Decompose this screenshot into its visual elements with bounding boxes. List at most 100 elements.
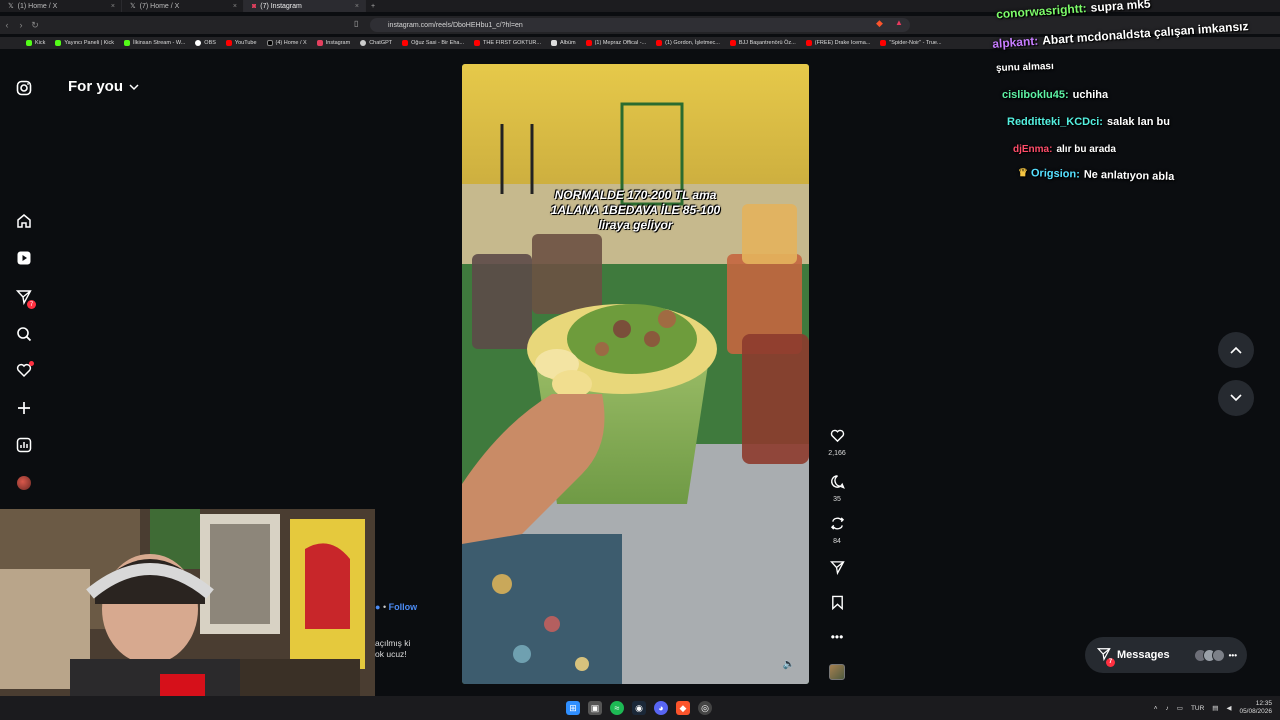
repost-button[interactable]: 84 (822, 516, 852, 545)
bookmark-item[interactable]: BJJ Başantrenörü Öz... (729, 40, 796, 46)
profile-avatar[interactable] (14, 473, 34, 493)
spotify-icon[interactable]: ≈ (610, 701, 624, 715)
bookmark-item[interactable]: Albüm (551, 40, 576, 46)
windows-start-icon[interactable]: ⊞ (566, 701, 580, 715)
follow-button[interactable]: Follow (389, 602, 418, 612)
bookmark-item[interactable]: ChatGPT (360, 40, 392, 46)
previous-reel-button[interactable] (1218, 332, 1254, 368)
reel-video-frame (462, 64, 809, 684)
bookmark-item[interactable]: (1) Gordon, İşletmec... (656, 40, 720, 46)
notification-badge: 7 (27, 300, 36, 309)
network-icon[interactable]: ▭ (1177, 704, 1183, 712)
recent-contacts: ••• (1193, 648, 1237, 662)
crown-badge-icon: ♛ (1017, 166, 1029, 180)
bookmark-item[interactable]: (1) Mepraz Offical -... (585, 40, 646, 46)
instagram-sidebar: 7 (0, 50, 50, 520)
obs-icon[interactable]: ◎ (698, 701, 712, 715)
microphone-icon[interactable]: ♪ (1166, 705, 1169, 712)
messages-badge: 7 (1106, 657, 1115, 667)
home-icon[interactable] (14, 211, 34, 231)
clock-date: 05/08/2026 (1239, 708, 1272, 715)
windows-taskbar: ⊞ ▣ ≈ ◉ ◕ ◆ ◎ ˄ ♪ ▭ TUR ▤ ◀ 12:35 05/08/… (0, 696, 1280, 720)
volume-icon[interactable]: ◀ (1226, 704, 1231, 712)
save-button[interactable] (822, 595, 852, 615)
chat-message: conorwasrightt: supra mk5 (996, 0, 1151, 21)
bookmark-item[interactable]: (FREE) Drake Icema... (805, 40, 870, 46)
task-view-icon[interactable]: ▣ (588, 701, 602, 715)
chat-username: cisliboklu45: (1002, 89, 1069, 101)
brave-rewards-icon[interactable]: ▲ (895, 18, 903, 27)
browser-tab-active[interactable]: ◙ (7) Instagram × (244, 0, 366, 12)
create-plus-icon[interactable] (14, 398, 34, 418)
close-tab-icon[interactable]: × (233, 3, 237, 10)
direct-messages-icon[interactable]: 7 (14, 287, 36, 309)
chat-message: djEnma: alır bu arada (1013, 144, 1116, 155)
tab-label: (7) Home / X (139, 2, 180, 10)
chevron-up-icon[interactable]: ˄ (1154, 705, 1158, 712)
bookmark-item[interactable]: THE FIRST GOKTUR... (474, 40, 541, 46)
bookmark-item[interactable]: İlkinsan Stream - W... (124, 40, 185, 46)
new-tab-button[interactable]: + (366, 3, 380, 10)
steam-icon[interactable]: ◉ (632, 701, 646, 715)
audio-muted-icon[interactable]: 🔈 (783, 659, 795, 670)
bookmark-item[interactable]: Instagram (316, 40, 350, 46)
reels-icon[interactable] (14, 248, 34, 268)
brave-shield-icon[interactable]: ◆ (876, 18, 883, 29)
discord-icon[interactable]: ◕ (654, 701, 668, 715)
chat-username: Redditteki_KCDci: (1007, 116, 1103, 128)
back-icon[interactable]: ‹ (0, 20, 14, 30)
chat-message: alpkant: Abart mcdonaldsta çalışan imkans… (992, 19, 1249, 51)
heart-notifications-icon[interactable] (14, 360, 34, 380)
browser-tab[interactable]: 𝕏 (1) Home / X × (0, 0, 122, 12)
messages-button[interactable]: 7 Messages ••• (1085, 637, 1247, 673)
next-reel-button[interactable] (1218, 380, 1254, 416)
bookmark-item[interactable]: Kick (26, 40, 45, 46)
bookmark-item[interactable]: YouTube (225, 40, 257, 46)
feed-selector-label: For you (68, 78, 123, 95)
clock-time: 12:35 (1255, 700, 1272, 707)
instagram-logo-icon[interactable] (14, 78, 34, 98)
direct-messages-icon: 7 (1096, 647, 1115, 667)
feed-selector-dropdown[interactable]: For you (68, 78, 139, 95)
dashboard-icon[interactable] (14, 435, 34, 455)
chat-username: djEnma: (1013, 144, 1053, 155)
bookmark-item[interactable]: OBS (195, 40, 216, 46)
close-tab-icon[interactable]: × (355, 3, 359, 10)
more-options-button[interactable]: ••• (822, 628, 852, 646)
more-dots-icon: ••• (1228, 650, 1237, 660)
forward-icon[interactable]: › (14, 20, 28, 30)
browser-tab[interactable]: 𝕏 (7) Home / X × (122, 0, 244, 12)
like-button[interactable]: 2,166 (822, 428, 852, 457)
address-bar[interactable]: instagram.com/reels/DboHEHbu1_c/?hl=en (370, 18, 910, 32)
share-button[interactable] (822, 560, 852, 580)
bookmark-item[interactable]: Oğuz Sasi - Bir Eha... (402, 40, 464, 46)
bookmark-item[interactable]: (4) Home / X (266, 40, 307, 46)
reel-description-snippet[interactable]: açılmış ki ok ucuz! (375, 638, 410, 660)
caption-line: NORMALDE 170-200 TL ama (554, 188, 717, 202)
chat-message: ♛ Origsion: Ne anlatıyon abla (1018, 166, 1175, 183)
repost-count: 84 (833, 538, 841, 545)
network-status-icon[interactable]: ▤ (1212, 704, 1218, 712)
url-text: instagram.com/reels/DboHEHbu1_c/?hl=en (388, 21, 523, 29)
brave-browser-icon[interactable]: ◆ (676, 701, 690, 715)
bookmark-star-icon[interactable]: ▯ (354, 19, 358, 28)
more-dots-icon: ••• (830, 630, 844, 644)
language-indicator[interactable]: TUR (1191, 705, 1204, 712)
search-icon[interactable] (14, 324, 34, 344)
chevron-down-icon (1230, 394, 1242, 402)
chat-text: Ne anlatıyon abla (1083, 168, 1175, 184)
close-tab-icon[interactable]: × (111, 3, 115, 10)
system-tray: ˄ ♪ ▭ TUR ▤ ◀ 12:35 05/08/2026 (1154, 700, 1272, 716)
chat-text: supra mk5 (1090, 0, 1152, 15)
reload-icon[interactable]: ↻ (28, 20, 42, 31)
chat-username: conorwasrightt: (995, 1, 1088, 22)
bookmark-item[interactable]: "Spider-Noir" - True... (880, 40, 942, 46)
reel-video[interactable]: NORMALDE 170-200 TL ama 1ALANA 1BEDAVA İ… (462, 64, 809, 684)
comment-button[interactable]: 35 (822, 474, 852, 503)
description-line: açılmış ki (375, 638, 411, 648)
chevron-down-icon (129, 83, 139, 90)
author-follow-row: ● • Follow (375, 602, 418, 612)
clock[interactable]: 12:35 05/08/2026 (1239, 700, 1272, 716)
audio-thumbnail[interactable] (829, 664, 845, 680)
bookmark-item[interactable]: Yayıncı Paneli | Kick (55, 40, 114, 46)
